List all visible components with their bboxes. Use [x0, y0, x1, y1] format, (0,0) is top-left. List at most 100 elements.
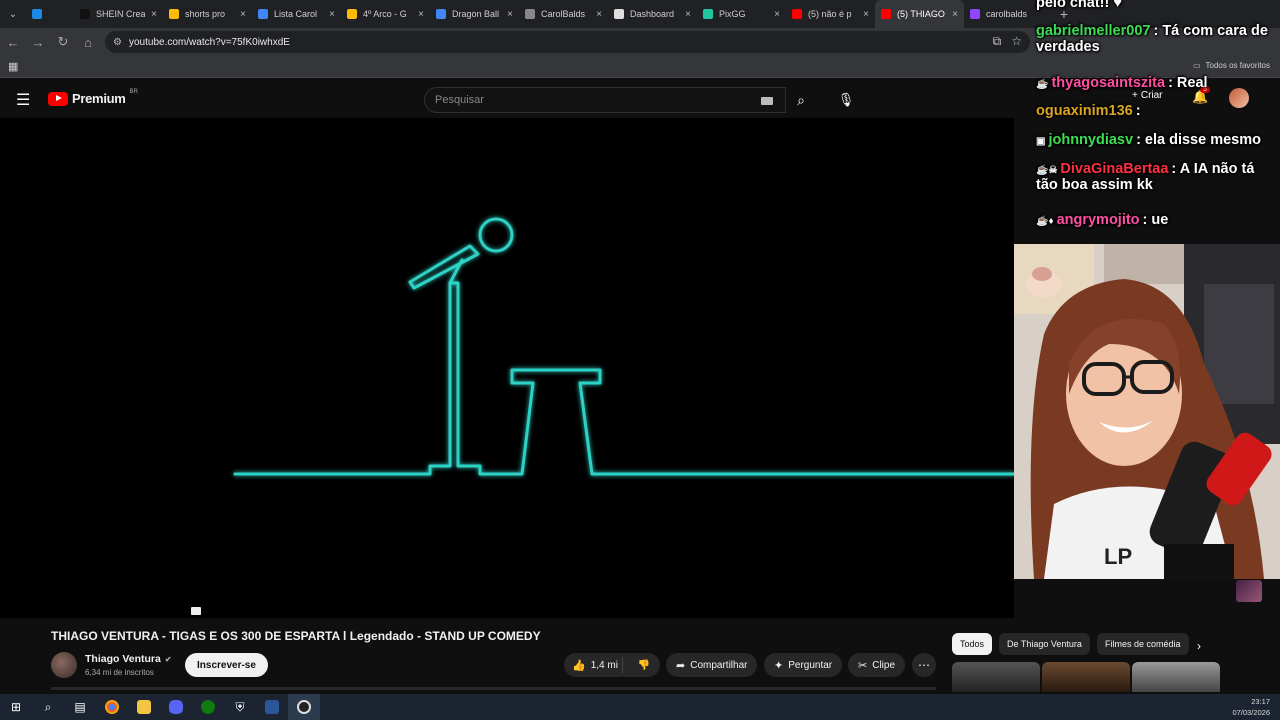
home-button[interactable]: ⌂	[76, 30, 100, 54]
like-button[interactable]: 👍 1,4 mi	[564, 657, 623, 673]
word-taskbar-button[interactable]	[256, 694, 288, 720]
chevron-right-icon[interactable]: ›	[1197, 639, 1201, 653]
browser-tab[interactable]: 4º Arco - G ×	[341, 0, 430, 28]
file-explorer-button[interactable]	[128, 694, 160, 720]
chat-text: pelo chat!! ♥	[1036, 0, 1122, 11]
close-tab-icon[interactable]: ×	[418, 9, 424, 20]
more-actions-button[interactable]: ⋯	[912, 653, 936, 677]
tab-title: Dashboard	[630, 9, 675, 19]
forward-button[interactable]: →	[26, 30, 50, 54]
chip-comedy-movies[interactable]: Filmes de comédia	[1097, 633, 1189, 655]
reload-button[interactable]: ↻	[51, 30, 75, 54]
share-icon: ➦	[676, 659, 686, 672]
close-tab-icon[interactable]: ×	[774, 9, 780, 20]
close-tab-icon[interactable]: ×	[151, 9, 157, 20]
ask-button[interactable]: ✦ Perguntar	[764, 653, 843, 677]
tab-title: (5) não é p	[808, 9, 852, 19]
browser-tab[interactable]: CarolBalds ×	[519, 0, 608, 28]
obs-icon	[297, 700, 311, 714]
recommended-thumbnail[interactable]	[1042, 662, 1130, 692]
tab-search-icon[interactable]: ⌄	[0, 0, 26, 28]
subscribe-button[interactable]: Inscrever-se	[185, 653, 268, 677]
tab-favicon-icon	[525, 9, 535, 19]
browser-tab[interactable]: SHEIN Crea ×	[74, 0, 163, 28]
browser-tab[interactable]: PixGG ×	[697, 0, 786, 28]
obs-taskbar-button[interactable]	[288, 694, 320, 720]
xbox-icon	[201, 700, 215, 714]
chrome-taskbar-button[interactable]	[96, 694, 128, 720]
search-taskbar-button[interactable]: ⌕	[32, 694, 64, 720]
chat-badge-icon: ☕♦	[1036, 216, 1054, 227]
discord-taskbar-button[interactable]	[160, 694, 192, 720]
search-button[interactable]: ⌕	[786, 87, 816, 113]
close-tab-icon[interactable]: ×	[685, 9, 691, 20]
clip-button[interactable]: ✂ Clipe	[848, 653, 906, 677]
share-button[interactable]: ➦ Compartilhar	[666, 653, 758, 677]
youtube-logo[interactable]: Premium BR	[48, 89, 138, 106]
security-taskbar-button[interactable]: ⛨	[224, 694, 256, 720]
browser-tab[interactable]: shorts pro ×	[163, 0, 252, 28]
search-input[interactable]	[435, 94, 755, 106]
browser-tab[interactable]: Lista Carol ×	[252, 0, 341, 28]
tab-favicon-icon	[32, 9, 42, 19]
channel-avatar[interactable]	[51, 652, 77, 678]
recommended-thumbnail[interactable]	[1132, 662, 1220, 692]
folder-icon	[137, 700, 151, 714]
more-icon: ⋯	[918, 658, 930, 672]
like-dislike-group: 👍 1,4 mi 👎	[564, 653, 660, 677]
close-tab-icon[interactable]: ×	[952, 9, 958, 20]
channel-name-link[interactable]: Thiago Ventura ✔	[85, 653, 172, 665]
address-bar[interactable]: ⚙ youtube.com/watch?v=75fK0iwhxdE ⧉ ☆	[105, 31, 1030, 53]
task-view-button[interactable]: ▤	[64, 694, 96, 720]
dislike-button[interactable]: 👎	[628, 660, 660, 671]
task-view-icon: ▤	[74, 700, 86, 714]
keyboard-icon[interactable]	[761, 97, 773, 105]
thumbs-down-icon: 👎	[637, 659, 651, 671]
close-tab-icon[interactable]: ×	[863, 9, 869, 20]
mic-icon: 🎙	[837, 92, 855, 107]
start-button[interactable]: ⊞	[0, 694, 32, 720]
chat-text: : Real	[1168, 75, 1208, 91]
share-label: Compartilhar	[690, 659, 748, 671]
subscriber-count: 6,34 mi de inscritos	[85, 668, 154, 677]
video-details: THIAGO VENTURA - TIGAS E OS 300 DE ESPAR…	[0, 618, 1280, 692]
neon-stage-drawing	[233, 217, 1014, 476]
search-icon: ⌕	[797, 91, 805, 108]
site-info-icon[interactable]: ⚙	[113, 37, 129, 48]
bookmark-star-icon[interactable]: ☆	[1011, 34, 1022, 49]
search-icon: ⌕	[44, 699, 52, 714]
clock-date: 07/03/2026	[1232, 708, 1270, 718]
chat-badge-icon: ▣	[1036, 136, 1046, 147]
close-tab-icon[interactable]: ×	[240, 9, 246, 20]
back-button[interactable]: ←	[1, 30, 25, 54]
browser-tab[interactable]: (5) THIAGO ×	[875, 0, 964, 28]
xbox-taskbar-button[interactable]	[192, 694, 224, 720]
chip-from-channel[interactable]: De Thiago Ventura	[999, 633, 1090, 655]
video-player[interactable]	[0, 118, 1014, 618]
install-app-icon[interactable]: ⧉	[993, 34, 1002, 49]
browser-tab[interactable]	[26, 0, 74, 28]
close-tab-icon[interactable]: ×	[329, 9, 335, 20]
menu-icon[interactable]: ☰	[16, 90, 30, 110]
stream-chat-overlay: pelo chat!! ♥ gabrielmeller007: Tá com c…	[1036, 0, 1280, 240]
chat-username: johnnydiasv	[1048, 132, 1134, 148]
apps-grid-icon[interactable]: ▦	[8, 60, 18, 73]
chip-all[interactable]: Todos	[952, 633, 993, 655]
windows-icon: ⊞	[10, 700, 22, 714]
recommended-thumbnail[interactable]	[952, 662, 1040, 692]
browser-tab[interactable]: Dashboard ×	[608, 0, 697, 28]
browser-tab[interactable]: Dragon Ball ×	[430, 0, 519, 28]
voice-search-button[interactable]: 🎙	[832, 87, 860, 113]
chat-text: : ela disse mesmo	[1136, 132, 1261, 148]
tab-title: Dragon Ball	[452, 9, 500, 19]
browser-tab[interactable]: (5) não é p ×	[786, 0, 875, 28]
search-box[interactable]	[424, 87, 786, 113]
mic-stand-top	[448, 258, 464, 285]
verified-icon: ✔	[164, 654, 172, 664]
system-clock[interactable]: 23:17 07/03/2026	[1232, 696, 1270, 719]
tab-favicon-icon	[881, 9, 891, 19]
close-tab-icon[interactable]: ×	[596, 9, 602, 20]
tab-favicon-icon	[80, 9, 90, 19]
tab-title: shorts pro	[185, 9, 226, 19]
close-tab-icon[interactable]: ×	[507, 9, 513, 20]
